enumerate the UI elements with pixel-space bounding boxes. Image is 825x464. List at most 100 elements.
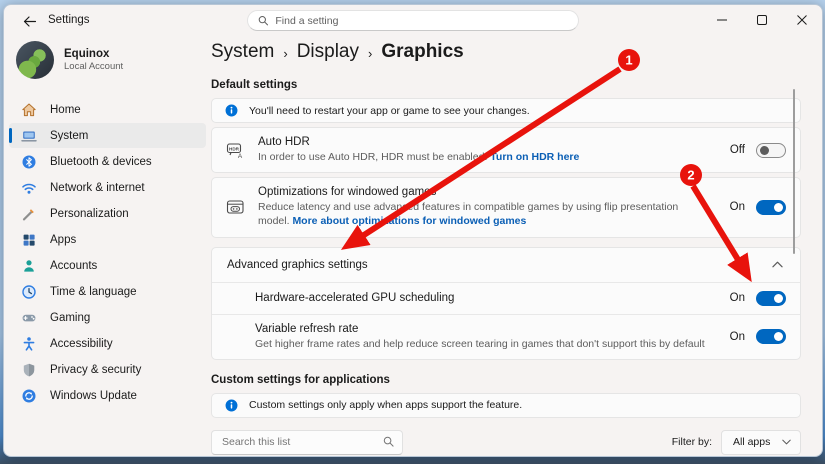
sidebar-item-apps[interactable]: Apps — [9, 227, 206, 252]
breadcrumb-separator: › — [368, 46, 372, 61]
auto-hdr-desc-text: In order to use Auto HDR, HDR must be en… — [258, 151, 487, 163]
sidebar-item-label: Network & internet — [50, 182, 145, 194]
windowed-games-toggle[interactable] — [756, 200, 786, 215]
sidebar-item-bluetooth[interactable]: Bluetooth & devices — [9, 149, 206, 174]
variable-refresh-toggle[interactable] — [756, 329, 786, 344]
custom-settings-heading: Custom settings for applications — [211, 374, 801, 386]
variable-refresh-row: Variable refresh rate Get higher frame r… — [212, 314, 800, 359]
windowed-games-desc: Reduce latency and use advanced features… — [258, 200, 709, 228]
settings-window: Settings Equinox Local Account Home — [3, 4, 823, 457]
filter-by-label: Filter by: — [672, 436, 712, 448]
system-icon — [21, 128, 37, 144]
gpu-scheduling-toggle[interactable] — [756, 291, 786, 306]
auto-hdr-row: HDR A Auto HDR In order to use Auto HDR,… — [211, 127, 801, 173]
accessibility-icon — [21, 336, 37, 352]
toggle-knob — [760, 146, 769, 155]
minimize-icon — [717, 15, 727, 25]
sidebar-item-network[interactable]: Network & internet — [9, 175, 206, 200]
advanced-graphics-card: Advanced graphics settings Hardware-acce… — [211, 247, 801, 360]
find-setting-search[interactable] — [247, 10, 579, 31]
scrollbar-thumb[interactable] — [793, 89, 796, 254]
sidebar-item-label: Windows Update — [50, 390, 137, 402]
sidebar-item-label: Gaming — [50, 312, 90, 324]
sidebar-item-label: Privacy & security — [50, 364, 141, 376]
info-icon — [225, 399, 238, 412]
window-controls — [702, 5, 822, 35]
windowed-games-title: Optimizations for windowed games — [258, 186, 709, 198]
minimize-button[interactable] — [702, 5, 742, 35]
back-button[interactable] — [16, 11, 42, 31]
turn-on-hdr-link[interactable]: Turn on HDR here — [490, 151, 579, 163]
toggle-knob — [774, 332, 783, 341]
privacy-security-icon — [21, 362, 37, 378]
close-button[interactable] — [782, 5, 822, 35]
gpu-scheduling-text: Hardware-accelerated GPU scheduling — [255, 292, 730, 304]
sidebar-item-accounts[interactable]: Accounts — [9, 253, 206, 278]
advanced-graphics-header[interactable]: Advanced graphics settings — [212, 248, 800, 282]
custom-settings-notice-text: Custom settings only apply when apps sup… — [249, 399, 522, 411]
breadcrumb-system[interactable]: System — [211, 41, 274, 63]
filter-dropdown-value: All apps — [733, 436, 770, 448]
breadcrumb: System › Display › Graphics — [211, 41, 801, 63]
search-icon — [258, 15, 268, 26]
auto-hdr-desc: In order to use Auto HDR, HDR must be en… — [258, 150, 709, 164]
sidebar-item-privacy[interactable]: Privacy & security — [9, 357, 206, 382]
sidebar-item-gaming[interactable]: Gaming — [9, 305, 206, 330]
custom-settings-notice-banner: Custom settings only apply when apps sup… — [211, 393, 801, 418]
breadcrumb-display[interactable]: Display — [297, 41, 359, 63]
sidebar-item-personalization[interactable]: Personalization — [9, 201, 206, 226]
default-settings-heading: Default settings — [211, 79, 801, 91]
sidebar-item-accessibility[interactable]: Accessibility — [9, 331, 206, 356]
auto-hdr-state: Off — [730, 143, 786, 158]
hdr-icon-label: HDR — [229, 146, 240, 151]
sidebar-item-label: Personalization — [50, 208, 129, 220]
info-icon — [225, 104, 238, 117]
variable-refresh-text: Variable refresh rate Get higher frame r… — [255, 323, 730, 351]
account-name: Equinox — [64, 48, 123, 60]
gpu-scheduling-state: On — [730, 291, 786, 306]
breadcrumb-separator: › — [283, 46, 287, 61]
sidebar: Equinox Local Account Home System Blueto… — [4, 37, 211, 456]
auto-hdr-icon: HDR A — [226, 141, 245, 160]
main-content: System › Display › Graphics Default sett… — [211, 37, 801, 456]
variable-refresh-title: Variable refresh rate — [255, 323, 722, 335]
toggle-knob — [774, 294, 783, 303]
sidebar-item-system[interactable]: System — [9, 123, 206, 148]
sidebar-item-label: Home — [50, 104, 81, 116]
avatar — [16, 41, 54, 79]
windows-update-icon — [21, 388, 37, 404]
page-title: Graphics — [381, 41, 463, 63]
auto-hdr-state-label: Off — [730, 144, 745, 156]
accounts-icon — [21, 258, 37, 274]
personalization-icon — [21, 206, 37, 222]
auto-hdr-toggle[interactable] — [756, 143, 786, 158]
sidebar-item-label: System — [50, 130, 88, 142]
sidebar-item-home[interactable]: Home — [9, 97, 206, 122]
variable-refresh-state: On — [730, 329, 786, 344]
maximize-button[interactable] — [742, 5, 782, 35]
home-icon — [21, 102, 37, 118]
restart-notice-text: You'll need to restart your app or game … — [249, 105, 530, 117]
windowed-games-state: On — [730, 200, 786, 215]
bluetooth-icon — [21, 154, 37, 170]
sidebar-item-label: Apps — [50, 234, 76, 246]
titlebar: Settings — [4, 5, 822, 37]
chevron-down-icon — [782, 439, 791, 445]
sidebar-item-label: Bluetooth & devices — [50, 156, 152, 168]
filter-group: Filter by: All apps — [672, 430, 801, 455]
close-icon — [797, 15, 807, 25]
sidebar-item-time-language[interactable]: Time & language — [9, 279, 206, 304]
sidebar-item-label: Time & language — [50, 286, 137, 298]
list-search-input[interactable] — [211, 430, 403, 455]
search-icon — [383, 436, 394, 447]
variable-refresh-desc: Get higher frame rates and help reduce s… — [255, 337, 722, 351]
sidebar-nav: Home System Bluetooth & devices Network … — [4, 97, 211, 408]
filter-dropdown[interactable]: All apps — [721, 430, 801, 455]
find-setting-input[interactable] — [275, 15, 568, 27]
sidebar-item-windows-update[interactable]: Windows Update — [9, 383, 206, 408]
account-card[interactable]: Equinox Local Account — [4, 37, 211, 89]
more-about-optimizations-link[interactable]: More about optimizations for windowed ga… — [292, 215, 526, 227]
search-filter-row: Filter by: All apps — [211, 430, 801, 455]
list-search[interactable] — [211, 430, 403, 455]
sidebar-item-label: Accessibility — [50, 338, 113, 350]
